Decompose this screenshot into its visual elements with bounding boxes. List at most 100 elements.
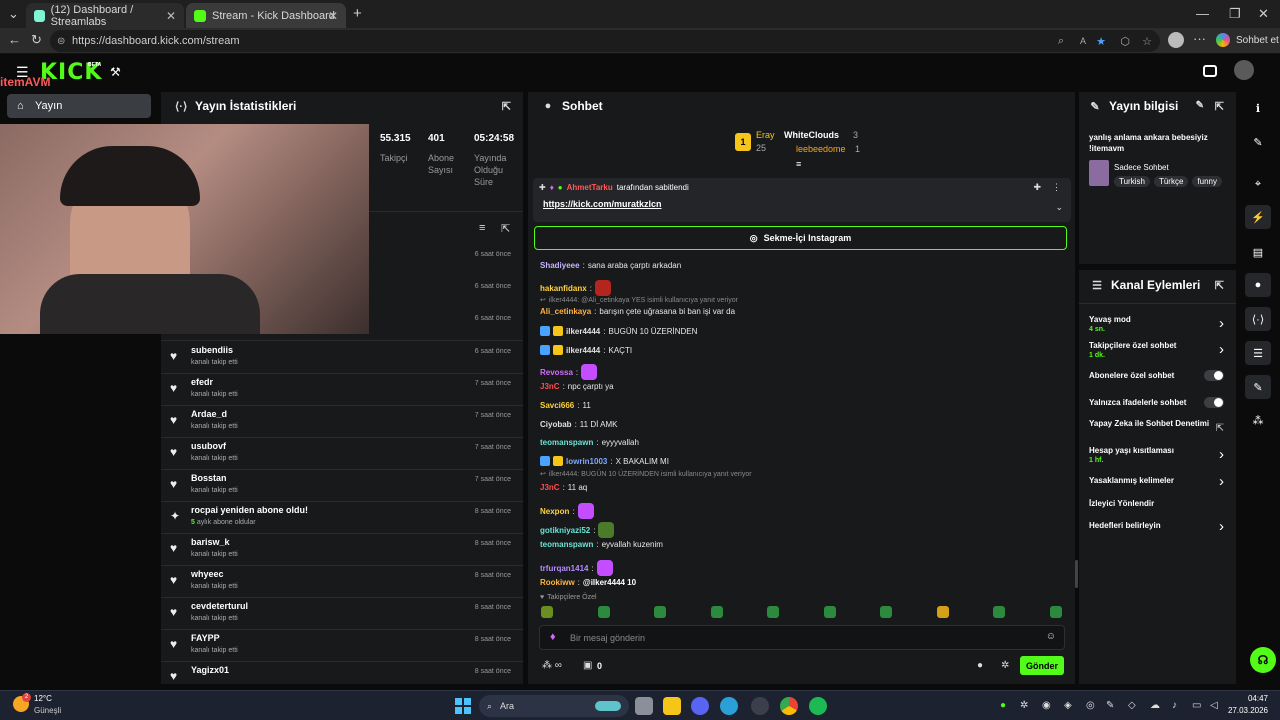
close-tab-icon[interactable]: ✕ (328, 9, 338, 23)
leader-name[interactable]: Eray (756, 130, 775, 140)
pinned-link[interactable]: https://kick.com/muratkzlcn (543, 199, 662, 209)
emoji-picker-icon[interactable]: ☺ (1046, 631, 1056, 642)
activity-username[interactable]: usubovf (191, 441, 226, 451)
chat-message[interactable]: Nexpon: (540, 503, 594, 519)
emote-icon[interactable] (936, 606, 949, 618)
filter-icon[interactable]: ≡ (479, 222, 485, 234)
stream-tag[interactable]: Turkish (1114, 176, 1150, 187)
chat-message[interactable]: lowrin1003: X BAKALIM MI (540, 456, 669, 466)
toggle-switch[interactable] (1204, 370, 1224, 381)
channel-action-item[interactable]: Yasaklanmış kelimeler (1089, 476, 1227, 486)
chat-message[interactable]: ilker4444: BUGÜN 10 ÜZERİNDEN (540, 326, 697, 336)
obs-icon[interactable] (751, 697, 769, 715)
collections-icon[interactable]: ☆ (1142, 35, 1152, 48)
chat-message[interactable]: Savci666:11 (540, 401, 591, 410)
chevron-right-icon[interactable]: › (1219, 473, 1224, 490)
reload-icon[interactable]: ↻ (31, 32, 42, 48)
discord-icon[interactable] (691, 697, 709, 715)
toggle-switch[interactable] (1204, 397, 1224, 408)
channel-action-item[interactable]: Hedefleri belirleyin (1089, 521, 1227, 531)
taskbar-search[interactable]: ⌕ Ara (479, 695, 629, 717)
chat-username[interactable]: Ali_cetinkaya (540, 307, 591, 316)
chevron-right-icon[interactable]: › (1219, 518, 1224, 535)
emote-icon[interactable] (577, 503, 594, 519)
server-icon[interactable]: ☰ (1245, 341, 1271, 365)
profile-avatar[interactable] (1168, 32, 1184, 48)
emote-icon[interactable] (767, 606, 779, 618)
emote-icon[interactable] (594, 280, 611, 296)
chat-username[interactable]: Shadiyeee (540, 261, 580, 270)
activity-username[interactable]: cevdeterturul (191, 601, 248, 611)
chat-username[interactable]: Nexpon (540, 507, 569, 516)
tray-kick-icon[interactable]: ● (1000, 700, 1006, 711)
channel-action-item[interactable]: Takipçilere özel sohbet 1 dk. (1089, 341, 1227, 361)
chat-message[interactable]: teomanspawn: eyyyvallah (540, 438, 639, 447)
chat-settings-icon[interactable]: ✲ (1001, 660, 1009, 671)
clock-date[interactable]: 27.03.2026 (1226, 706, 1268, 715)
chat-icon[interactable]: ● (1245, 273, 1271, 297)
emote-icon[interactable] (541, 606, 553, 618)
favorite-star-icon[interactable]: ★ (1096, 35, 1106, 48)
external-link-icon[interactable]: ⇱ (1216, 423, 1224, 434)
leader-2-name[interactable]: WhiteClouds (784, 130, 839, 140)
chat-username[interactable]: ilker4444 (566, 346, 600, 355)
sidebar-item-yayin[interactable]: ⌂ Yayın (7, 94, 151, 118)
spotify-icon[interactable] (809, 697, 827, 715)
chat-bubble-icon[interactable]: ● (977, 660, 983, 671)
sohbet-et-label[interactable]: Sohbet et (1236, 35, 1279, 46)
tab-kick-dashboard[interactable]: Stream - Kick Dashboard ✕ (186, 3, 346, 28)
chat-username[interactable]: ilker4444 (566, 327, 600, 336)
chat-message[interactable]: Ciyobab:11 Dİ AMK (540, 420, 617, 429)
chrome-icon[interactable] (780, 697, 798, 715)
chevron-right-icon[interactable]: › (1219, 315, 1224, 332)
emote-icon[interactable] (598, 522, 615, 538)
channel-action-item[interactable]: Hesap yaşı kısıtlaması 1 hf. (1089, 446, 1227, 466)
emote-icon[interactable] (823, 606, 836, 618)
emote-icon[interactable] (597, 606, 610, 618)
maximize-icon[interactable]: ❐ (1229, 6, 1241, 22)
tray-cloud-icon[interactable]: ☁ (1150, 700, 1160, 711)
close-window-icon[interactable]: ✕ (1258, 6, 1269, 22)
creator-mode-icon[interactable] (1203, 65, 1217, 77)
expand-pinned-icon[interactable]: ⌄ (1055, 202, 1063, 213)
leaderboard-expand-icon[interactable]: ≡ (796, 159, 801, 169)
popout-icon[interactable]: ⇱ (502, 100, 511, 113)
task-view-icon[interactable] (635, 697, 653, 715)
extensions-icon[interactable]: ⬡ (1120, 35, 1130, 48)
info-icon[interactable]: ℹ (1245, 96, 1271, 120)
reply-context[interactable]: ↩ ilker4444: @Ali_cetinkaya YES isimli ku… (540, 296, 738, 304)
tools-hammer-icon[interactable]: ⚒ (110, 65, 121, 79)
pinned-more-icon[interactable]: ⋮ (1052, 182, 1061, 193)
emote-icon[interactable] (993, 606, 1005, 618)
url-input[interactable]: ⊜ https://dashboard.kick.com/stream ⌕ A … (50, 30, 1160, 52)
new-tab-icon[interactable]: + (353, 5, 362, 22)
activity-username[interactable]: Ardae_d (191, 409, 227, 419)
channel-action-item[interactable]: Yavaş mod 4 sn. (1089, 315, 1227, 335)
chat-username[interactable]: Revossa (540, 368, 573, 377)
chat-message[interactable]: J3nC:11 aq (540, 483, 587, 492)
weather-temp[interactable]: 12°C (34, 694, 52, 703)
chat-message[interactable]: Revossa: (540, 364, 598, 380)
chevron-right-icon[interactable]: › (1219, 341, 1224, 358)
channel-action-item[interactable]: Yapay Zeka ile Sohbet Denetimi (1089, 419, 1227, 429)
pencil-icon[interactable]: ✎ (1245, 130, 1271, 154)
tray-app2-icon[interactable]: ◇ (1128, 700, 1136, 711)
chat-username[interactable]: J3nC (540, 382, 560, 391)
reply-context[interactable]: ↩ ilker4444: BUGÜN 10 ÜZERİNDEN isimli ku… (540, 470, 752, 478)
emote-icon[interactable] (710, 606, 723, 618)
tray-pen-icon[interactable]: ✎ (1106, 700, 1114, 711)
target-icon[interactable]: ⌖ (1245, 172, 1271, 196)
popout-icon[interactable]: ⇱ (1215, 279, 1224, 292)
lightning-icon[interactable]: ⚡ (1245, 205, 1271, 229)
activity-username[interactable]: efedr (191, 377, 213, 387)
activity-username[interactable]: FAYPP (191, 633, 220, 643)
site-info-icon[interactable]: ⊜ (57, 36, 65, 47)
user-avatar[interactable] (1234, 60, 1254, 80)
chat-username[interactable]: Ciyobab (540, 420, 572, 429)
minimize-icon[interactable]: — (1196, 6, 1209, 21)
chat-message[interactable]: ilker4444: KAÇTI (540, 345, 632, 355)
activity-username[interactable]: whyeec (191, 569, 224, 579)
read-aloud-icon[interactable]: A (1080, 36, 1086, 46)
gift-icon[interactable]: ▣ (583, 660, 592, 671)
chat-username[interactable]: Savci666 (540, 401, 574, 410)
